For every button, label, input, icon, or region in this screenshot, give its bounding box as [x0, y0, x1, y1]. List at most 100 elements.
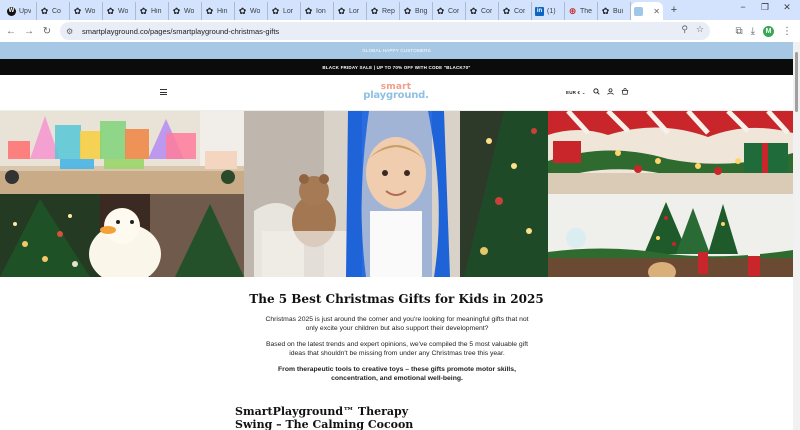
gear-favicon-icon: ✿	[40, 5, 49, 16]
browser-tab[interactable]: W Upv	[4, 2, 37, 20]
account-icon[interactable]	[607, 88, 614, 97]
tab-title: The	[580, 7, 593, 15]
gear-favicon-icon: ✿	[370, 5, 379, 16]
gear-favicon-icon: ✿	[469, 5, 478, 16]
tab-title: Upv	[19, 7, 32, 15]
tab-title: Co	[52, 7, 61, 15]
page-scrollbar[interactable]	[793, 42, 800, 430]
close-window-icon[interactable]: ✕	[781, 2, 793, 13]
wikipedia-favicon-icon: W	[7, 6, 16, 16]
browser-tab[interactable]: ✿ Brig	[400, 2, 433, 20]
article-section: The 5 Best Christmas Gifts for Kids in 2…	[0, 277, 793, 430]
browser-tab[interactable]: ✿ Wo	[235, 2, 268, 20]
tab-title: Cor	[481, 7, 493, 15]
cart-icon[interactable]	[621, 88, 629, 97]
chevron-down-icon: ⌄	[581, 89, 586, 95]
tab-title: Wo	[85, 7, 96, 15]
gear-favicon-icon: ✿	[304, 5, 313, 16]
pinterest-favicon-icon: ⊕	[568, 5, 577, 16]
intro-highlight-paragraph: From therapeutic tools to creative toys …	[278, 366, 516, 382]
gear-favicon-icon: ✿	[436, 5, 445, 16]
gear-favicon-icon: ✿	[238, 5, 247, 16]
site-info-icon[interactable]: ⚙	[66, 27, 78, 36]
christmas-garland-photo	[548, 111, 793, 194]
tab-title: Lor	[283, 7, 294, 15]
hamburger-menu-icon[interactable]	[160, 89, 167, 95]
tab-title: Rep	[382, 7, 395, 15]
gear-favicon-icon: ✿	[106, 5, 115, 16]
section-heading-line: Swing – The Calming Cocoon	[235, 418, 414, 430]
tab-title: Hin	[217, 7, 228, 15]
site-logo[interactable]: smart playground.	[362, 83, 430, 101]
gear-favicon-icon: ✿	[502, 5, 511, 16]
browser-tab[interactable]: ✿ Ion	[301, 2, 334, 20]
gear-favicon-icon: ✿	[601, 5, 610, 16]
profile-avatar[interactable]: M	[763, 25, 774, 37]
browser-tab[interactable]: ✿ Wo	[169, 2, 202, 20]
gear-favicon-icon: ✿	[403, 5, 412, 16]
tab-title: Brig	[415, 7, 428, 15]
minimize-icon[interactable]: −	[737, 2, 749, 12]
section-heading: SmartPlayground™ Therapy Swing – The Cal…	[235, 405, 435, 430]
announcement-bar: GLOBAL HAPPY CUSTOMERS	[0, 42, 793, 59]
smartplayground-favicon-icon	[634, 6, 643, 16]
section-heading-line: SmartPlayground™ Therapy	[235, 405, 409, 418]
promo-bar[interactable]: BLACK FRIDAY SALE | UP TO 70% OFF WITH C…	[0, 59, 793, 75]
browser-tab[interactable]: ✿ Cor	[433, 2, 466, 20]
browser-tab[interactable]: ✿ Lor	[268, 2, 301, 20]
extensions-icon[interactable]: ⧉	[735, 26, 742, 37]
browser-toolbar: ← → ↻ ⚙ smartplayground.co/pages/smartpl…	[0, 20, 800, 42]
url-text[interactable]: smartplayground.co/pages/smartplayground…	[82, 27, 279, 36]
menu-kebab-icon[interactable]: ⋮	[782, 26, 792, 37]
gear-favicon-icon: ✿	[139, 5, 148, 16]
tab-title: Hin	[151, 7, 162, 15]
hero-collage	[0, 111, 793, 277]
browser-tab[interactable]: ✿ Co	[37, 2, 70, 20]
tab-title: Wo	[184, 7, 195, 15]
browser-tab[interactable]: ✿ Wo	[70, 2, 103, 20]
close-tab-icon[interactable]: ✕	[653, 7, 660, 16]
therapy-swing-photo	[244, 111, 548, 277]
browser-tab[interactable]: ✿ Hin	[202, 2, 235, 20]
browser-tab[interactable]: ✿ Lor	[334, 2, 367, 20]
address-bar[interactable]: ⚙ smartplayground.co/pages/smartplaygrou…	[60, 22, 710, 40]
browser-tab[interactable]: ✿ Cor	[466, 2, 499, 20]
gear-favicon-icon: ✿	[337, 5, 346, 16]
tab-title: Lor	[349, 7, 360, 15]
magnetic-tiles-photo	[0, 111, 244, 194]
browser-tab[interactable]: in (1)	[532, 2, 565, 20]
back-arrow-icon[interactable]: ←	[2, 22, 20, 40]
intro-paragraph: Based on the latest trends and expert op…	[265, 341, 528, 357]
tab-title: Ion	[316, 7, 326, 15]
tab-title: Bui	[613, 7, 624, 15]
browser-tab[interactable]: ✿ Bui	[598, 2, 631, 20]
gear-favicon-icon: ✿	[73, 5, 82, 16]
browser-tab[interactable]: ✿ Cor	[499, 2, 532, 20]
page-title: The 5 Best Christmas Gifts for Kids in 2…	[249, 292, 544, 306]
search-icon[interactable]	[593, 88, 600, 97]
forward-arrow-icon[interactable]: →	[20, 22, 38, 40]
currency-selector[interactable]: EUR € ⌄	[566, 90, 586, 96]
browser-tab-active[interactable]: ✕	[631, 2, 663, 20]
tab-title: (1)	[547, 7, 556, 15]
tab-strip: W Upv ✿ Co ✿ Wo ✿ Wo ✿ Hin ✿ Wo ✿ Hin ✿ Wo ✿ Lor …	[0, 0, 800, 20]
browser-tab[interactable]: ✿ Hin	[136, 2, 169, 20]
browser-window: W Upv ✿ Co ✿ Wo ✿ Wo ✿ Hin ✿ Wo ✿ Hin ✿ Wo ✿ Lor …	[0, 0, 800, 430]
new-tab-button[interactable]: +	[666, 4, 682, 16]
logo-word-bottom: playground.	[363, 90, 429, 101]
browser-tab[interactable]: ✿ Wo	[103, 2, 136, 20]
scrollbar-thumb[interactable]	[795, 52, 798, 112]
site-header: smart playground. EUR € ⌄	[0, 75, 793, 111]
bookmark-star-icon[interactable]: ☆	[696, 24, 704, 35]
tab-title: Wo	[118, 7, 129, 15]
gear-favicon-icon: ✿	[205, 5, 214, 16]
browser-tab[interactable]: ✿ Rep	[367, 2, 400, 20]
web-page: GLOBAL HAPPY CUSTOMERS BLACK FRIDAY SALE…	[0, 42, 793, 430]
tab-title: Cor	[448, 7, 460, 15]
zoom-icon[interactable]: ⚲	[681, 24, 688, 35]
browser-tab[interactable]: ⊕ The	[565, 2, 598, 20]
restore-icon[interactable]: ❐	[759, 2, 771, 13]
currency-label: EUR €	[566, 89, 581, 95]
reload-icon[interactable]: ↻	[38, 22, 56, 40]
download-icon[interactable]: ⤓	[751, 26, 755, 37]
